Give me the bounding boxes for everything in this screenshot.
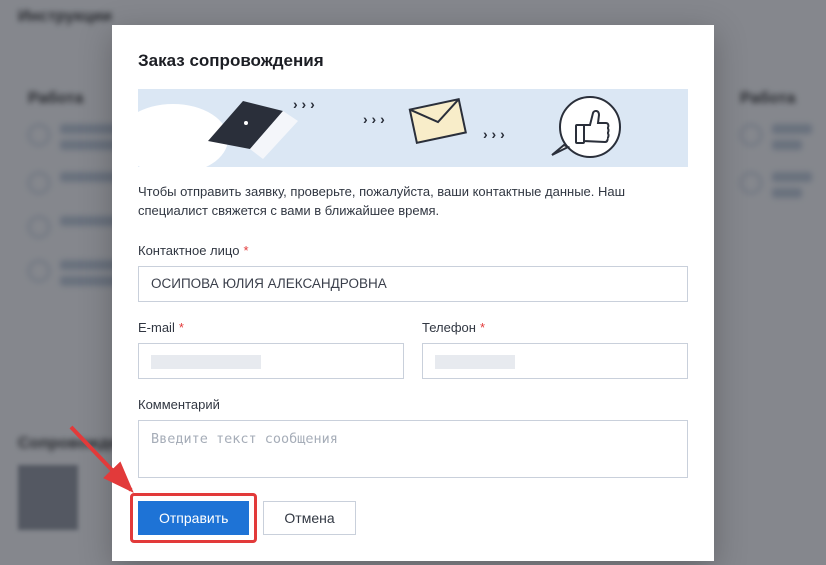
comment-input[interactable] [138,420,688,478]
comment-label: Комментарий [138,397,688,412]
svg-text:› › ›: › › › [293,96,315,112]
cancel-button[interactable]: Отмена [263,501,355,535]
phone-redacted [435,355,515,369]
phone-field: Телефон* [422,320,688,379]
contact-field: Контактное лицо* [138,243,688,302]
submit-button[interactable]: Отправить [138,501,249,535]
svg-text:› › ›: › › › [363,111,385,127]
email-input[interactable] [138,343,404,379]
contact-input[interactable] [138,266,688,302]
modal-title: Заказ сопровождения [138,51,688,71]
email-label: E-mail* [138,320,404,335]
svg-text:› › ›: › › › [483,126,505,142]
email-field: E-mail* [138,320,404,379]
modal-actions: Отправить Отмена [138,501,688,535]
modal-description: Чтобы отправить заявку, проверьте, пожал… [138,183,688,221]
comment-field: Комментарий [138,397,688,483]
contact-label: Контактное лицо* [138,243,688,258]
phone-input[interactable] [422,343,688,379]
submit-highlight: Отправить [138,501,249,535]
email-redacted [151,355,261,369]
modal-banner: › › › › › › › › › [138,89,688,167]
phone-label: Телефон* [422,320,688,335]
order-support-modal: Заказ сопровождения › › › › › › › › › [112,25,714,561]
